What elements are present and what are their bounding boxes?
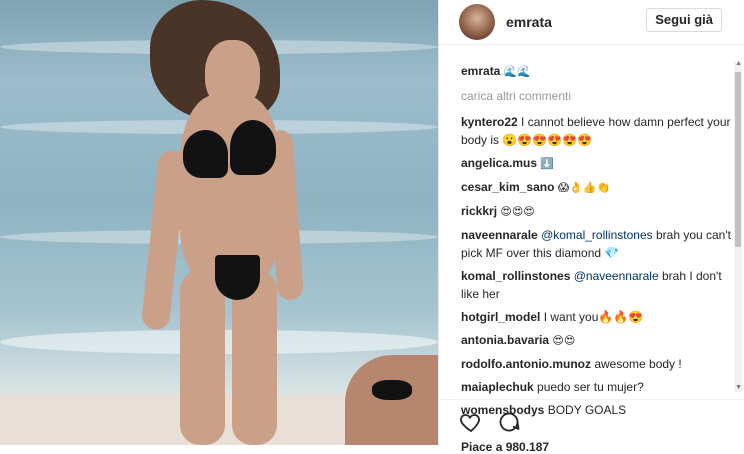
scrollbar-thumb[interactable] <box>735 72 741 247</box>
comment-username[interactable]: kyntero22 <box>461 115 518 129</box>
post-header: emrata Segui già <box>439 0 744 45</box>
scroll-down-arrow-icon[interactable]: ▼ <box>735 384 742 391</box>
comment-item: rodolfo.antonio.munoz awesome body ! <box>461 355 731 373</box>
comment-username[interactable]: naveennarale <box>461 228 538 242</box>
caption: emrata 🌊🌊 <box>461 62 731 81</box>
comment-username[interactable]: rodolfo.antonio.munoz <box>461 357 591 371</box>
likes-count[interactable]: Piace a 980.187 <box>461 440 549 454</box>
comment-text: puedo ser tu mujer? <box>537 380 644 394</box>
comment-username[interactable]: hotgirl_model <box>461 310 540 324</box>
comment-item: komal_rollinstones @naveennarale brah I … <box>461 267 731 303</box>
comment-mention[interactable]: @komal_rollinstones <box>541 228 653 242</box>
second-person-bikini <box>372 380 412 400</box>
comment-item: hotgirl_model I want you🔥🔥😍 <box>461 308 731 326</box>
bikini-bottom <box>215 255 260 300</box>
caption-text: 🌊🌊 <box>503 65 532 78</box>
comment-item: maiaplechuk puedo ser tu mujer? <box>461 378 731 396</box>
scroll-up-arrow-icon[interactable]: ▲ <box>735 60 742 67</box>
post-photo[interactable] <box>0 0 438 445</box>
action-bar: Piace a 980.187 <box>439 399 744 454</box>
comment-item: cesar_kim_sano 😱👌👍👏 <box>461 178 731 197</box>
load-more-comments-link[interactable]: carica altri commenti <box>461 87 731 105</box>
avatar[interactable] <box>459 4 495 40</box>
comment-username[interactable]: antonia.bavaria <box>461 333 549 347</box>
comment-item: antonia.bavaria 😍😍 <box>461 331 731 350</box>
caption-username[interactable]: emrata <box>461 64 500 78</box>
comment-text: 😍😍 <box>552 334 576 347</box>
post-username[interactable]: emrata <box>506 14 552 30</box>
comment-item: angelica.mus ⬇️ <box>461 154 731 173</box>
comment-username[interactable]: angelica.mus <box>461 156 537 170</box>
second-person <box>345 355 438 445</box>
comment-text: ⬇️ <box>540 157 555 170</box>
comment-item: naveennarale @komal_rollinstones brah yo… <box>461 226 731 262</box>
comment-item: kyntero22 I cannot believe how damn perf… <box>461 113 731 149</box>
comment-text: 😱👌👍👏 <box>557 181 611 194</box>
bikini-top-right <box>230 120 276 175</box>
comment-mention[interactable]: @naveennarale <box>574 269 659 283</box>
comment-text: 😍😍😍 <box>500 205 535 218</box>
post-panel: emrata Segui già emrata 🌊🌊 carica altri … <box>438 0 744 454</box>
comment-item: rickkrj 😍😍😍 <box>461 202 731 221</box>
comment-username[interactable]: maiaplechuk <box>461 380 534 394</box>
comment-username[interactable]: cesar_kim_sano <box>461 180 554 194</box>
comment-text: awesome body ! <box>594 357 682 371</box>
left-leg <box>180 270 225 445</box>
following-button[interactable]: Segui già <box>646 8 722 32</box>
bikini-top-left <box>183 130 228 178</box>
comment-text: I want you🔥🔥😍 <box>543 310 644 324</box>
comment-username[interactable]: komal_rollinstones <box>461 269 570 283</box>
comment-icon[interactable] <box>497 410 521 434</box>
heart-icon[interactable] <box>459 410 483 434</box>
comments-list: emrata 🌊🌊 carica altri commenti kyntero2… <box>461 62 731 424</box>
comment-username[interactable]: rickkrj <box>461 204 497 218</box>
